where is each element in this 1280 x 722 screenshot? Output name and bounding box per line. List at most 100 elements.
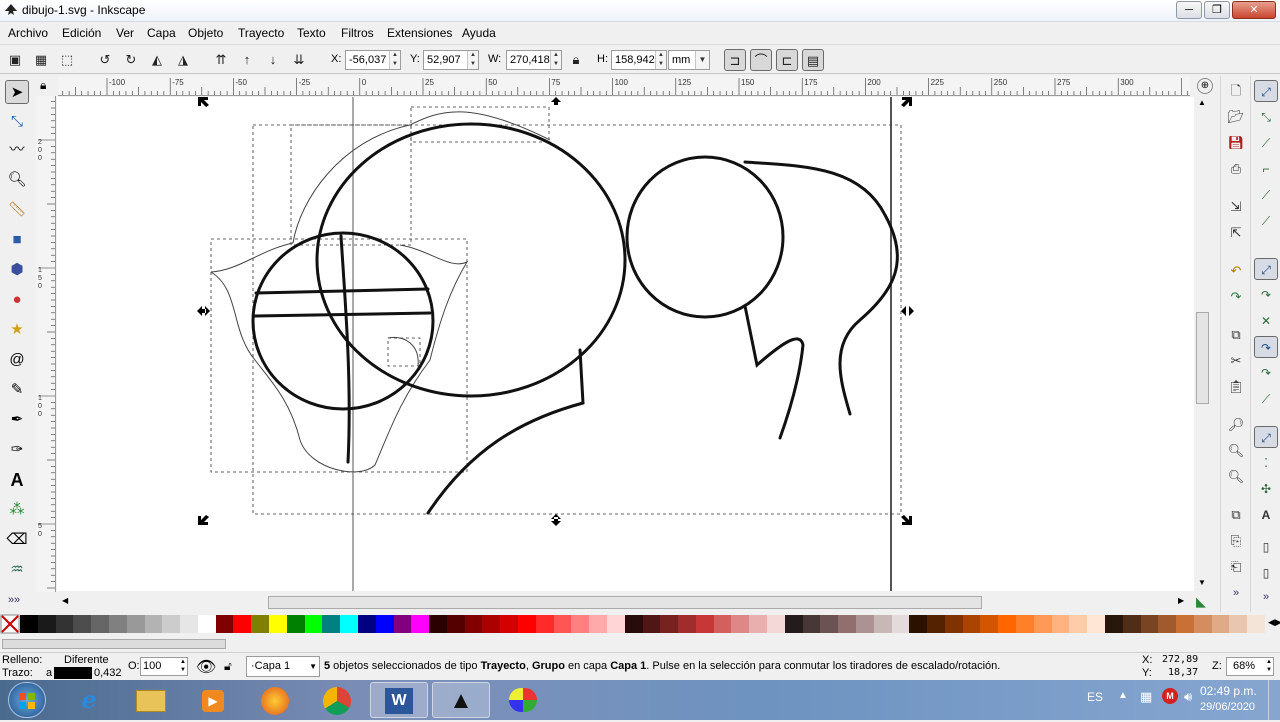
show-desktop-button[interactable] bbox=[1268, 680, 1280, 720]
scale-handle-n[interactable] bbox=[551, 97, 561, 105]
color-swatch[interactable] bbox=[73, 615, 92, 633]
scroll-up-icon[interactable]: ▲ bbox=[1198, 98, 1206, 107]
close-button[interactable]: ✕ bbox=[1232, 1, 1276, 19]
unlink-clone-icon[interactable]: ⎗ bbox=[1225, 556, 1247, 578]
zoom-field[interactable]: 68% ▲ ▼ bbox=[1226, 657, 1274, 676]
selection-handles[interactable] bbox=[197, 97, 914, 526]
color-swatch[interactable] bbox=[838, 615, 857, 633]
snap-nodes-icon[interactable]: ⤢ bbox=[1254, 258, 1278, 280]
media-player-taskbar-icon[interactable]: ▶ bbox=[184, 682, 242, 718]
color-swatch[interactable] bbox=[37, 615, 57, 633]
explorer-taskbar-icon[interactable] bbox=[122, 682, 180, 718]
color-swatch[interactable] bbox=[286, 615, 306, 633]
volume-icon[interactable]: 🔊︎ bbox=[1184, 689, 1192, 705]
snap-path-icon[interactable]: ↷ bbox=[1254, 284, 1278, 306]
no-paint-swatch[interactable] bbox=[0, 614, 20, 634]
color-swatch[interactable] bbox=[393, 615, 412, 633]
color-swatch[interactable] bbox=[322, 615, 341, 633]
scroll-left-icon[interactable]: ◀ bbox=[62, 596, 68, 605]
menu-edicion[interactable]: Edición bbox=[62, 26, 101, 40]
maximize-button[interactable]: ❐ bbox=[1204, 1, 1230, 19]
vertical-scroll-thumb[interactable] bbox=[1196, 312, 1209, 404]
lock-guides-icon[interactable]: 🔒︎ bbox=[40, 78, 46, 93]
lower-icon[interactable]: ↓ bbox=[262, 49, 284, 71]
color-swatch[interactable] bbox=[180, 615, 199, 633]
spiral-tool-icon[interactable]: @ bbox=[5, 348, 29, 372]
menu-trayecto[interactable]: Trayecto bbox=[238, 26, 284, 40]
color-swatch[interactable] bbox=[1069, 615, 1088, 633]
snap-bbox-midpoint-icon[interactable]: ⟋ bbox=[1254, 184, 1278, 206]
color-swatch[interactable] bbox=[1087, 615, 1106, 633]
color-swatch[interactable] bbox=[944, 615, 964, 633]
raise-to-top-icon[interactable]: ⇈ bbox=[210, 49, 232, 71]
pencil-tool-icon[interactable]: ✎ bbox=[5, 378, 29, 402]
save-icon[interactable]: 💾︎ bbox=[1225, 132, 1247, 154]
zoom-drawing-icon[interactable]: 🔍︎ bbox=[1225, 440, 1247, 462]
color-swatch[interactable] bbox=[1104, 615, 1124, 633]
zoom-selection-icon[interactable]: 🔎︎ bbox=[1225, 414, 1247, 436]
deselect-icon[interactable]: ⬚ bbox=[56, 49, 78, 71]
paint-bucket-tool-icon[interactable]: ♒ bbox=[5, 558, 29, 582]
snap-text-baseline-icon[interactable]: A bbox=[1254, 504, 1278, 526]
color-swatch[interactable] bbox=[802, 615, 821, 633]
color-swatch[interactable] bbox=[1051, 615, 1070, 633]
scale-handle-e[interactable] bbox=[901, 306, 914, 316]
color-swatch[interactable] bbox=[91, 615, 110, 633]
color-swatch[interactable] bbox=[1193, 615, 1213, 633]
star-tool-icon[interactable]: ★ bbox=[5, 318, 29, 342]
clock-date[interactable]: 29/06/2020 bbox=[1200, 701, 1255, 713]
text-tool-icon[interactable]: A bbox=[5, 468, 29, 492]
color-swatch[interactable] bbox=[1033, 615, 1053, 633]
transform-gradients-icon[interactable]: ⊏ bbox=[776, 49, 798, 71]
menu-extensiones[interactable]: Extensiones bbox=[387, 26, 452, 40]
spray-tool-icon[interactable]: ⁂ bbox=[5, 498, 29, 522]
3d-box-tool-icon[interactable]: ⬢ bbox=[5, 258, 29, 282]
commands-overflow-icon[interactable]: » bbox=[1225, 582, 1247, 604]
x-spin-arrows[interactable]: ▲ ▼ bbox=[389, 51, 400, 69]
rectangle-tool-icon[interactable]: ■ bbox=[5, 228, 29, 252]
color-swatch[interactable] bbox=[535, 615, 555, 633]
color-swatch[interactable] bbox=[695, 615, 715, 633]
select-all-icon[interactable]: ▣ bbox=[4, 49, 26, 71]
measure-tool-icon[interactable]: 📏︎ bbox=[5, 198, 29, 222]
scroll-down-icon[interactable]: ▼ bbox=[1198, 578, 1206, 587]
leg-stroke[interactable] bbox=[743, 304, 805, 440]
vertical-scrollbar[interactable]: ⊕ ▲ ▼ bbox=[1194, 76, 1213, 592]
color-swatch[interactable] bbox=[233, 615, 252, 633]
color-swatch[interactable] bbox=[749, 615, 768, 633]
tweak-tool-icon[interactable]: 〰 bbox=[5, 138, 29, 162]
color-swatch[interactable] bbox=[162, 615, 181, 633]
color-swatch[interactable] bbox=[873, 615, 892, 633]
color-swatch[interactable] bbox=[375, 615, 394, 633]
toolbox-overflow-icon[interactable]: » bbox=[8, 594, 14, 606]
color-swatch[interactable] bbox=[855, 615, 875, 633]
color-swatch[interactable] bbox=[518, 615, 537, 633]
zoom-tool-icon[interactable]: 🔍︎ bbox=[5, 168, 29, 192]
neck-stroke[interactable] bbox=[426, 348, 585, 515]
back-stroke[interactable] bbox=[743, 160, 899, 416]
scale-handle-nw[interactable] bbox=[198, 97, 209, 107]
cross-line[interactable] bbox=[254, 287, 430, 295]
color-swatch[interactable] bbox=[1016, 615, 1035, 633]
menu-filtros[interactable]: Filtros bbox=[341, 26, 374, 40]
print-icon[interactable]: ⎙ bbox=[1225, 158, 1247, 180]
h-field[interactable]: 158,942 ▲ ▼ bbox=[611, 50, 667, 70]
color-swatch[interactable] bbox=[1122, 615, 1141, 633]
snap-cusp-nodes-icon[interactable]: ↷ bbox=[1254, 336, 1278, 358]
rotate-ccw-icon[interactable]: ↺ bbox=[94, 49, 116, 71]
unit-select[interactable]: mm ▼ bbox=[668, 50, 710, 70]
zoom-page-icon[interactable]: 🔍︎ bbox=[1225, 466, 1247, 488]
import-icon[interactable]: ⇲ bbox=[1225, 196, 1247, 218]
minimize-button[interactable]: ─ bbox=[1176, 1, 1202, 19]
snap-rotation-center-icon[interactable]: ✣ bbox=[1254, 478, 1278, 500]
duplicate-icon[interactable]: ⧉ bbox=[1225, 504, 1247, 526]
language-indicator[interactable]: ES bbox=[1087, 690, 1103, 704]
rotate-cw-icon[interactable]: ↻ bbox=[120, 49, 142, 71]
palette-menu-icon[interactable]: ◀▶ bbox=[1268, 617, 1280, 628]
open-icon[interactable]: 📂︎ bbox=[1225, 106, 1247, 128]
chrome-taskbar-icon[interactable] bbox=[308, 682, 366, 718]
vertical-stroke[interactable] bbox=[339, 234, 351, 464]
ellipse-tool-icon[interactable]: ● bbox=[5, 288, 29, 312]
color-swatch[interactable] bbox=[340, 615, 359, 633]
color-swatch[interactable] bbox=[927, 615, 946, 633]
